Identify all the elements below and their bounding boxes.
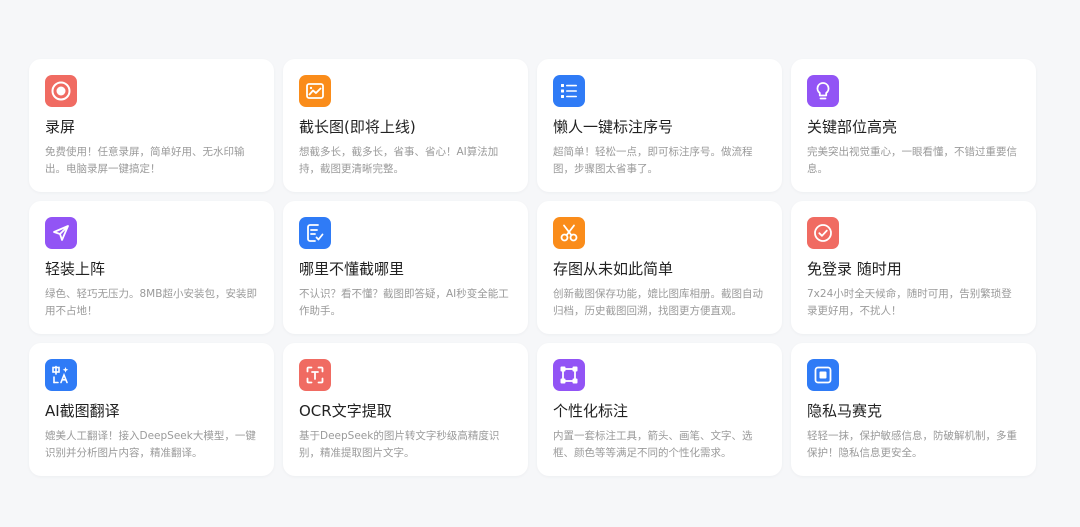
- frame-icon: [553, 359, 585, 391]
- feature-description: 7x24小时全天候命，随时可用，告别繁琐登录更好用，不扰人！: [807, 288, 1012, 317]
- feature-title: 哪里不懂截哪里: [299, 260, 405, 278]
- feature-card-save-image[interactable]: 存图从未如此简单 创新截图保存功能，媲比图库相册。截图自动归档，历史截图回溯，找…: [537, 201, 782, 334]
- feature-title: 懒人一键标注序号: [553, 118, 674, 136]
- feature-title: 隐私马赛克: [807, 402, 883, 420]
- feature-description: 超简单！轻松一点，即可标注序号。做流程图，步骤图太省事了。: [553, 146, 753, 175]
- feature-card-record[interactable]: 录屏 免费使用！任意录屏，简单好用、无水印输出。电脑录屏一键搞定！: [29, 59, 274, 192]
- feature-title: AI截图翻译: [45, 402, 120, 420]
- feature-card-ask-ai[interactable]: 哪里不懂截哪里 不认识？看不懂？截图即答疑，AI秒变全能工作助手。: [283, 201, 528, 334]
- lightbulb-icon: [807, 75, 839, 107]
- numbered-list-icon: [553, 75, 585, 107]
- feature-card-ocr[interactable]: OCR文字提取 基于DeepSeek的图片转文字秒级高精度识别，精准提取图片文字…: [283, 343, 528, 476]
- document-check-icon: [299, 217, 331, 249]
- feature-card-ai-translate[interactable]: AI截图翻译 媲美人工翻译！接入DeepSeek大模型，一键识别并分析图片内容，…: [29, 343, 274, 476]
- feature-description: 绿色、轻巧无压力。8MB超小安装包，安装即用不占地！: [45, 288, 257, 317]
- mosaic-icon: [807, 359, 839, 391]
- record-icon: [45, 75, 77, 107]
- feature-card-highlight[interactable]: 关键部位高亮 完美突出视觉重心，一眼看懂，不错过重要信息。: [791, 59, 1036, 192]
- feature-title: 免登录 随时用: [807, 260, 902, 278]
- feature-description: 免费使用！任意录屏，简单好用、无水印输出。电脑录屏一键搞定！: [45, 146, 245, 175]
- feature-description: 轻轻一抹，保护敏感信息，防破解机制，多重保护！隐私信息更安全。: [807, 430, 1017, 459]
- feature-description: 基于DeepSeek的图片转文字秒级高精度识别，精准提取图片文字。: [299, 430, 500, 459]
- image-icon: [299, 75, 331, 107]
- feature-card-long-screenshot[interactable]: 截长图(即将上线) 想截多长，截多长，省事、省心！AI算法加持，截图更清晰完整。: [283, 59, 528, 192]
- feature-card-mosaic[interactable]: 隐私马赛克 轻轻一抹，保护敏感信息，防破解机制，多重保护！隐私信息更安全。: [791, 343, 1036, 476]
- send-icon: [45, 217, 77, 249]
- check-circle-icon: [807, 217, 839, 249]
- feature-title: 存图从未如此简单: [553, 260, 674, 278]
- translate-icon: [45, 359, 77, 391]
- feature-description: 不认识？看不懂？截图即答疑，AI秒变全能工作助手。: [299, 288, 509, 317]
- feature-card-lightweight[interactable]: 轻装上阵 绿色、轻巧无压力。8MB超小安装包，安装即用不占地！: [29, 201, 274, 334]
- feature-title: 个性化标注: [553, 402, 629, 420]
- feature-card-auto-number[interactable]: 懒人一键标注序号 超简单！轻松一点，即可标注序号。做流程图，步骤图太省事了。: [537, 59, 782, 192]
- feature-title: 录屏: [45, 118, 76, 136]
- feature-description: 媲美人工翻译！接入DeepSeek大模型，一键识别并分析图片内容，精准翻译。: [45, 430, 256, 459]
- scissors-icon: [553, 217, 585, 249]
- feature-description: 想截多长，截多长，省事、省心！AI算法加持，截图更清晰完整。: [299, 146, 499, 175]
- feature-description: 完美突出视觉重心，一眼看懂，不错过重要信息。: [807, 146, 1017, 175]
- feature-title: 截长图(即将上线): [299, 118, 416, 136]
- feature-card-no-login[interactable]: 免登录 随时用 7x24小时全天候命，随时可用，告别繁琐登录更好用，不扰人！: [791, 201, 1036, 334]
- feature-grid: 录屏 免费使用！任意录屏，简单好用、无水印输出。电脑录屏一键搞定！ 截长图(即将…: [29, 59, 1038, 476]
- feature-title: 关键部位高亮: [807, 118, 898, 136]
- feature-description: 创新截图保存功能，媲比图库相册。截图自动归档，历史截图回溯，找图更方便直观。: [553, 288, 763, 317]
- feature-title: 轻装上阵: [45, 260, 106, 278]
- feature-title: OCR文字提取: [299, 402, 392, 420]
- feature-card-annotate[interactable]: 个性化标注 内置一套标注工具，箭头、画笔、文字、选框、颜色等等满足不同的个性化需…: [537, 343, 782, 476]
- text-scan-icon: [299, 359, 331, 391]
- feature-description: 内置一套标注工具，箭头、画笔、文字、选框、颜色等等满足不同的个性化需求。: [553, 430, 753, 459]
